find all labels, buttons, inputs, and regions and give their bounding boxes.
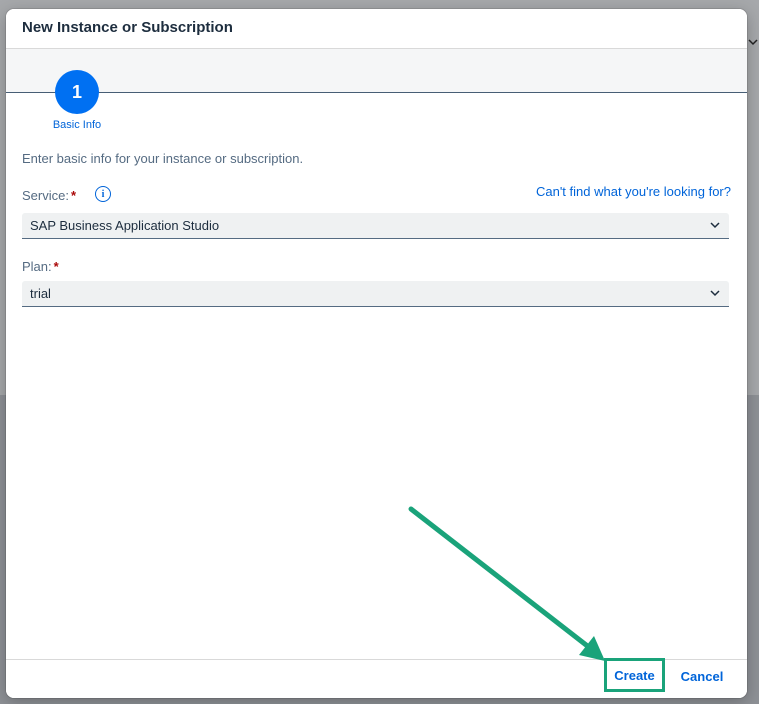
info-icon[interactable]: i [95, 186, 111, 202]
dialog-header: New Instance or Subscription [6, 9, 747, 49]
cancel-button[interactable]: Cancel [670, 664, 734, 688]
chevron-down-icon [710, 290, 720, 297]
new-instance-dialog: New Instance or Subscription 1 Basic Inf… [6, 9, 747, 698]
wizard-step-1[interactable]: 1 [55, 70, 99, 114]
plan-label: Plan: * [22, 259, 59, 274]
chevron-down-icon [710, 222, 720, 229]
chevron-down-icon [748, 39, 758, 46]
cant-find-link[interactable]: Can't find what you're looking for? [536, 184, 731, 199]
service-label-text: Service: [22, 188, 69, 203]
service-label: Service: * [22, 188, 76, 203]
plan-select[interactable]: trial [22, 281, 729, 307]
intro-text: Enter basic info for your instance or su… [22, 151, 304, 166]
create-button[interactable]: Create [604, 658, 665, 692]
wizard-step-label[interactable]: Basic Info [36, 119, 118, 131]
plan-label-text: Plan: [22, 259, 52, 274]
dialog-title: New Instance or Subscription [22, 19, 233, 36]
required-marker: * [70, 188, 77, 203]
service-select-value: SAP Business Application Studio [30, 218, 220, 233]
required-marker: * [53, 259, 59, 274]
service-select[interactable]: SAP Business Application Studio [22, 213, 729, 239]
plan-select-value: trial [30, 286, 51, 301]
wizard-progress-bar [6, 49, 747, 93]
